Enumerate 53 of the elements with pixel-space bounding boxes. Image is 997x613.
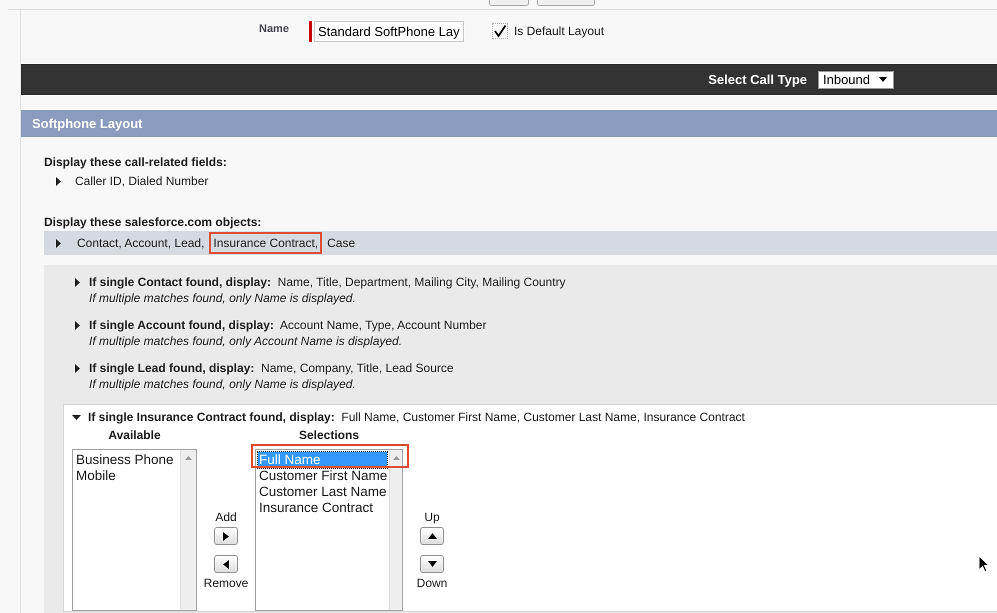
button-label: Remove — [204, 576, 248, 590]
rule-text: If single Insurance Contract found, display: Full Name, Customer First Name, Customer Last Name, Insurance Contract — [88, 410, 745, 424]
list-item[interactable]: Customer First Name — [258, 468, 388, 484]
collapsed-arrow-icon[interactable] — [73, 278, 82, 286]
down-arrow-icon — [428, 561, 436, 567]
button-label: Up — [424, 510, 440, 524]
collapsed-arrow-icon[interactable] — [73, 364, 82, 372]
section-header: Softphone Layout — [21, 110, 997, 137]
mouse-pointer-icon — [978, 555, 990, 573]
scrollbar[interactable] — [180, 450, 196, 610]
expanded-arrow-icon[interactable] — [72, 412, 81, 422]
list-label: Available — [108, 428, 161, 442]
rule-text: If single Lead found, display: Name, Company, Title, Lead Source — [89, 361, 454, 375]
rule-note: If multiple matches found, only Name is displayed. — [89, 291, 357, 305]
checkbox[interactable] — [492, 23, 508, 39]
dropdown-caret-icon — [879, 77, 887, 82]
rule-text: If single Contact found, display: Name, Title, Department, Mailing City, Mailing Country — [89, 275, 566, 289]
section-heading: Display these salesforce.com objects: — [44, 215, 262, 229]
section-heading: Display these call-related fields: — [44, 155, 228, 169]
left-arrow-icon — [223, 560, 229, 568]
list-item[interactable]: Mobile — [75, 468, 178, 484]
name-field[interactable]: Standard SoftPhone Lay — [314, 20, 464, 42]
field-label: Name — [259, 23, 289, 35]
scrollbar[interactable] — [389, 450, 402, 610]
list-item[interactable]: Business Phone — [75, 452, 178, 468]
up-button[interactable] — [420, 527, 444, 545]
down-button[interactable] — [420, 555, 444, 573]
rule-note: If multiple matches found, only Name is displayed. — [89, 377, 357, 391]
add-button[interactable] — [214, 527, 238, 545]
available-listbox[interactable]: Business Phone Mobile — [72, 449, 197, 611]
list-label: Selections — [298, 428, 360, 442]
collapsed-arrow-icon[interactable] — [54, 176, 63, 186]
rule-text: If single Account found, display: Account Name, Type, Account Number — [89, 318, 486, 332]
select-label: Select Call Type — [708, 72, 807, 87]
object-name: Contact, Account, Lead, — [76, 235, 206, 252]
remove-button[interactable] — [214, 555, 238, 573]
selections-listbox[interactable]: Full Name Customer First Name Customer Last Name Insurance Contract — [255, 449, 403, 611]
object-name: Case — [326, 235, 356, 252]
object-name: Insurance Contract, — [209, 232, 322, 254]
field-summary: Caller ID, Dialed Number — [75, 174, 208, 188]
button-label: Add — [215, 510, 237, 524]
collapsed-arrow-icon[interactable] — [54, 238, 63, 248]
up-arrow-icon — [428, 533, 436, 539]
call-type-dropdown[interactable]: Inbound — [818, 70, 894, 88]
right-arrow-icon — [223, 532, 229, 540]
list-item[interactable]: Customer Last Name — [258, 484, 388, 500]
objects-row[interactable]: Contact, Account, Lead, Insurance Contract, Case — [44, 231, 997, 255]
button-label: Down — [416, 576, 448, 590]
rule-note: If multiple matches found, only Account Name is displayed. — [89, 334, 404, 348]
list-item[interactable]: Insurance Contract — [258, 500, 388, 516]
checkbox-label: Is Default Layout — [514, 24, 604, 38]
collapsed-arrow-icon[interactable] — [73, 320, 82, 330]
checkmark-icon — [492, 24, 507, 38]
